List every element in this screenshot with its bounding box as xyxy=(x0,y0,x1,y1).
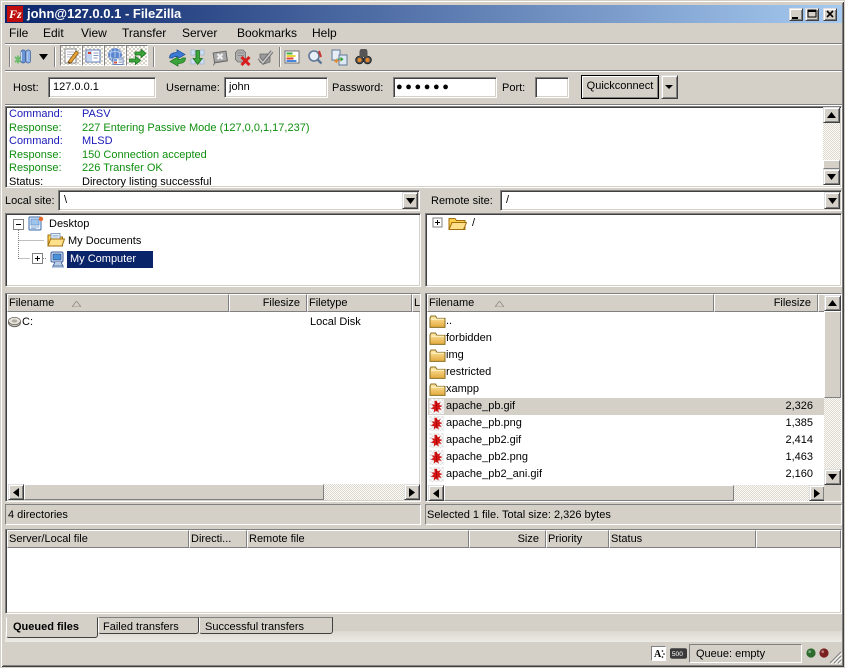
svg-text:Fz: Fz xyxy=(8,7,22,21)
svg-text:A: A xyxy=(654,649,662,660)
svg-text:500: 500 xyxy=(672,651,683,658)
